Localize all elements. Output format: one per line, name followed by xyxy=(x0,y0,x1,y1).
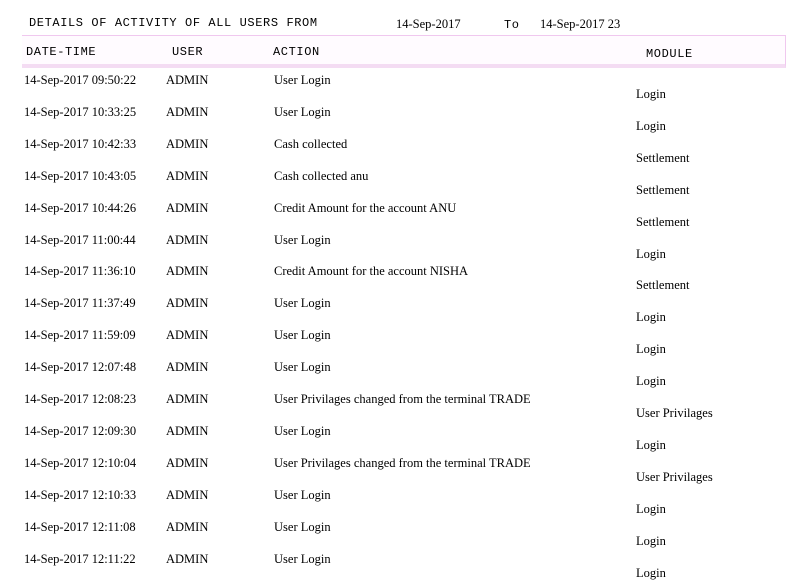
cell-user: ADMIN xyxy=(166,488,209,502)
cell-module: Login xyxy=(636,502,666,516)
cell-module: Login xyxy=(636,534,666,548)
cell-action: Credit Amount for the account NISHA xyxy=(274,264,469,278)
cell-action: User Login xyxy=(274,105,331,119)
cell-module: Login xyxy=(636,119,666,133)
cell-user: ADMIN xyxy=(166,137,209,151)
cell-datetime: 14-Sep-2017 10:33:25 xyxy=(24,105,137,119)
cell-module: Login xyxy=(636,310,666,324)
cell-module: User Privilages xyxy=(636,470,713,484)
cell-action: User Privilages changed from the termina… xyxy=(274,392,531,406)
cell-datetime: 14-Sep-2017 12:11:22 xyxy=(24,552,136,566)
cell-datetime: 14-Sep-2017 12:11:08 xyxy=(24,520,136,534)
cell-user: ADMIN xyxy=(166,73,209,87)
cell-action: User Login xyxy=(274,488,331,502)
from-date: 14-Sep-2017 xyxy=(396,17,461,31)
cell-action: User Login xyxy=(274,328,331,342)
cell-module: Login xyxy=(636,342,666,356)
cell-datetime: 14-Sep-2017 11:00:44 xyxy=(24,233,136,247)
cell-action: User Login xyxy=(274,520,331,534)
cell-user: ADMIN xyxy=(166,201,209,215)
cell-datetime: 14-Sep-2017 11:59:09 xyxy=(24,328,136,342)
cell-action: Cash collected anu xyxy=(274,169,369,183)
cell-user: ADMIN xyxy=(166,105,209,119)
cell-datetime: 14-Sep-2017 10:44:26 xyxy=(24,201,137,215)
cell-user: ADMIN xyxy=(166,520,209,534)
cell-action: User Privilages changed from the termina… xyxy=(274,456,531,470)
header-user: USER xyxy=(172,45,204,59)
cell-action: User Login xyxy=(274,424,331,438)
cell-user: ADMIN xyxy=(166,392,209,406)
cell-datetime: 14-Sep-2017 11:36:10 xyxy=(24,264,136,278)
to-date: 14-Sep-2017 23 xyxy=(540,17,621,31)
cell-user: ADMIN xyxy=(166,233,209,247)
cell-user: ADMIN xyxy=(166,328,209,342)
cell-user: ADMIN xyxy=(166,360,209,374)
cell-datetime: 14-Sep-2017 09:50:22 xyxy=(24,73,137,87)
cell-user: ADMIN xyxy=(166,296,209,310)
cell-module: User Privilages xyxy=(636,406,713,420)
cell-module: Settlement xyxy=(636,215,690,229)
report-title: DETAILS OF ACTIVITY OF ALL USERS FROM xyxy=(29,16,318,30)
cell-datetime: 14-Sep-2017 11:37:49 xyxy=(24,296,136,310)
cell-datetime: 14-Sep-2017 10:42:33 xyxy=(24,137,137,151)
cell-datetime: 14-Sep-2017 10:43:05 xyxy=(24,169,137,183)
cell-user: ADMIN xyxy=(166,169,209,183)
cell-user: ADMIN xyxy=(166,264,209,278)
cell-action: User Login xyxy=(274,296,331,310)
cell-module: Login xyxy=(636,247,666,261)
cell-datetime: 14-Sep-2017 12:10:04 xyxy=(24,456,137,470)
cell-datetime: 14-Sep-2017 12:09:30 xyxy=(24,424,137,438)
cell-module: Login xyxy=(636,566,666,580)
cell-module: Login xyxy=(636,87,666,101)
header-module: MODULE xyxy=(646,47,693,61)
cell-module: Settlement xyxy=(636,151,690,165)
cell-module: Login xyxy=(636,374,666,388)
cell-datetime: 14-Sep-2017 12:08:23 xyxy=(24,392,137,406)
cell-action: User Login xyxy=(274,552,331,566)
cell-action: User Login xyxy=(274,233,331,247)
to-label: To xyxy=(504,18,520,32)
header-datetime: DATE-TIME xyxy=(26,45,97,59)
cell-action: User Login xyxy=(274,73,331,87)
cell-action: Credit Amount for the account ANU xyxy=(274,201,457,215)
cell-module: Login xyxy=(636,438,666,452)
cell-module: Settlement xyxy=(636,183,690,197)
cell-action: Cash collected xyxy=(274,137,348,151)
cell-datetime: 14-Sep-2017 12:07:48 xyxy=(24,360,137,374)
cell-module: Settlement xyxy=(636,278,690,292)
cell-user: ADMIN xyxy=(166,456,209,470)
cell-datetime: 14-Sep-2017 12:10:33 xyxy=(24,488,137,502)
cell-user: ADMIN xyxy=(166,424,209,438)
cell-action: User Login xyxy=(274,360,331,374)
header-action: ACTION xyxy=(273,45,320,59)
cell-user: ADMIN xyxy=(166,552,209,566)
